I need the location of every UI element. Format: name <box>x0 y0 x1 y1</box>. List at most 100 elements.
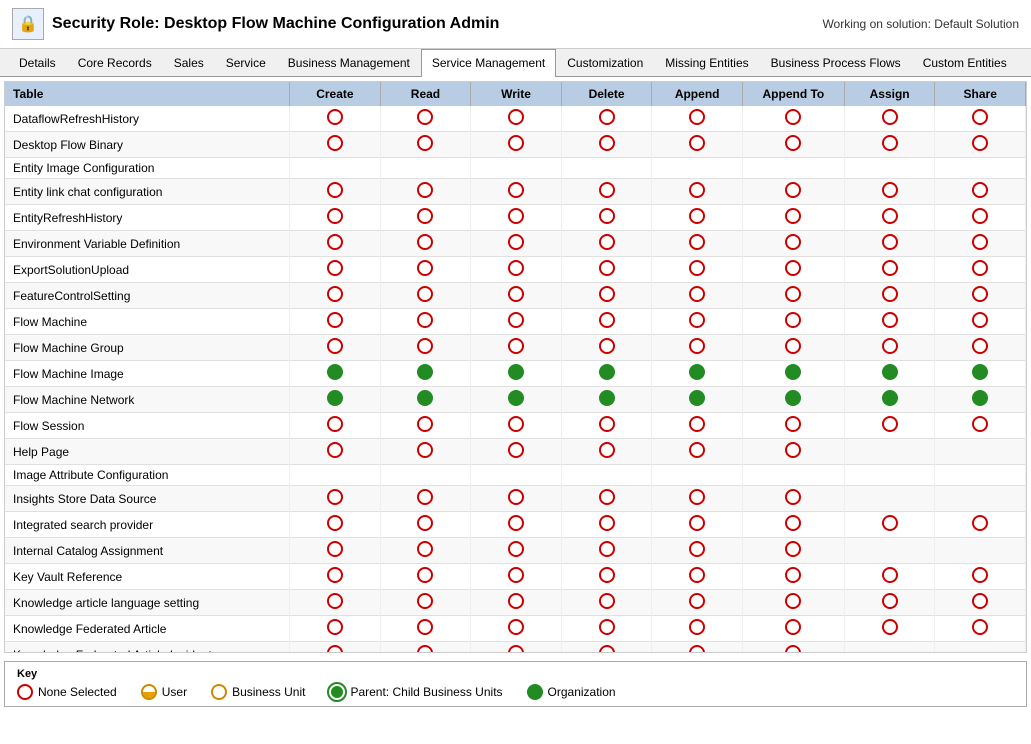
perm-cell[interactable] <box>561 512 652 538</box>
perm-cell[interactable] <box>742 439 844 465</box>
perm-org-icon[interactable] <box>599 390 615 406</box>
perm-cell[interactable] <box>844 387 935 413</box>
perm-org-icon[interactable] <box>508 364 524 380</box>
perm-none-icon[interactable] <box>599 182 615 198</box>
perm-cell[interactable] <box>652 538 743 564</box>
perm-cell[interactable] <box>742 590 844 616</box>
perm-cell[interactable] <box>935 283 1026 309</box>
perm-cell[interactable] <box>380 231 471 257</box>
perm-cell[interactable] <box>561 413 652 439</box>
perm-cell[interactable] <box>742 309 844 335</box>
tab-service[interactable]: Service <box>215 49 277 76</box>
perm-cell[interactable] <box>380 590 471 616</box>
perm-cell[interactable] <box>471 616 562 642</box>
perm-none-icon[interactable] <box>882 135 898 151</box>
perm-none-icon[interactable] <box>972 135 988 151</box>
perm-none-icon[interactable] <box>785 208 801 224</box>
perm-cell[interactable] <box>935 309 1026 335</box>
perm-cell[interactable] <box>471 257 562 283</box>
perm-cell[interactable] <box>380 335 471 361</box>
perm-none-icon[interactable] <box>417 489 433 505</box>
perm-none-icon[interactable] <box>417 338 433 354</box>
perm-none-icon[interactable] <box>785 619 801 635</box>
perm-cell[interactable] <box>290 512 381 538</box>
perm-bu-icon[interactable] <box>211 684 227 700</box>
perm-none-icon[interactable] <box>689 515 705 531</box>
perm-cell[interactable] <box>380 387 471 413</box>
perm-cell[interactable] <box>935 179 1026 205</box>
perm-none-icon[interactable] <box>689 286 705 302</box>
perm-none-icon[interactable] <box>972 109 988 125</box>
perm-none-icon[interactable] <box>327 286 343 302</box>
perm-none-icon[interactable] <box>882 416 898 432</box>
perm-none-icon[interactable] <box>599 515 615 531</box>
perm-none-icon[interactable] <box>417 567 433 583</box>
perm-cell[interactable] <box>290 231 381 257</box>
perm-cell[interactable] <box>742 205 844 231</box>
perm-cell[interactable] <box>561 486 652 512</box>
perm-cell[interactable] <box>290 642 381 654</box>
perm-cell[interactable] <box>844 309 935 335</box>
perm-none-icon[interactable] <box>508 593 524 609</box>
perm-none-icon[interactable] <box>599 208 615 224</box>
perm-cell[interactable] <box>471 106 562 132</box>
perm-none-icon[interactable] <box>417 135 433 151</box>
perm-cell[interactable] <box>561 132 652 158</box>
perm-cell[interactable] <box>380 132 471 158</box>
perm-none-icon[interactable] <box>972 208 988 224</box>
perm-none-icon[interactable] <box>689 338 705 354</box>
perm-none-icon[interactable] <box>689 109 705 125</box>
perm-cell[interactable] <box>380 257 471 283</box>
tab-details[interactable]: Details <box>8 49 67 76</box>
perm-cell[interactable] <box>742 512 844 538</box>
perm-cell[interactable] <box>935 106 1026 132</box>
perm-cell[interactable] <box>742 538 844 564</box>
perm-none-icon[interactable] <box>417 593 433 609</box>
perm-cell[interactable] <box>844 361 935 387</box>
perm-none-icon[interactable] <box>327 182 343 198</box>
perm-org-icon[interactable] <box>527 684 543 700</box>
perm-cell[interactable] <box>380 413 471 439</box>
perm-cell[interactable] <box>561 361 652 387</box>
perm-org-icon[interactable] <box>417 390 433 406</box>
perm-cell[interactable] <box>742 486 844 512</box>
perm-cell[interactable] <box>290 106 381 132</box>
perm-cell[interactable] <box>844 205 935 231</box>
perm-none-icon[interactable] <box>508 182 524 198</box>
tab-core-records[interactable]: Core Records <box>67 49 163 76</box>
perm-none-icon[interactable] <box>599 489 615 505</box>
perm-cell[interactable] <box>290 413 381 439</box>
perm-cell[interactable] <box>380 283 471 309</box>
perm-none-icon[interactable] <box>689 645 705 653</box>
perm-cell[interactable] <box>561 387 652 413</box>
perm-cell[interactable] <box>471 413 562 439</box>
perm-none-icon[interactable] <box>327 645 343 653</box>
perm-none-icon[interactable] <box>508 442 524 458</box>
perm-none-icon[interactable] <box>785 338 801 354</box>
perm-cell[interactable] <box>290 257 381 283</box>
perm-cell[interactable] <box>652 309 743 335</box>
tab-business-process-flows[interactable]: Business Process Flows <box>760 49 912 76</box>
perm-none-icon[interactable] <box>972 338 988 354</box>
perm-cell[interactable] <box>652 132 743 158</box>
perm-none-icon[interactable] <box>417 286 433 302</box>
perm-none-icon[interactable] <box>972 286 988 302</box>
perm-none-icon[interactable] <box>599 416 615 432</box>
perm-none-icon[interactable] <box>972 619 988 635</box>
perm-none-icon[interactable] <box>327 442 343 458</box>
perm-cell[interactable] <box>935 387 1026 413</box>
perm-none-icon[interactable] <box>417 645 433 653</box>
perm-cell[interactable] <box>290 335 381 361</box>
perm-none-icon[interactable] <box>689 593 705 609</box>
perm-cell[interactable] <box>844 413 935 439</box>
perm-user-icon[interactable] <box>141 684 157 700</box>
perm-cell[interactable] <box>935 205 1026 231</box>
perm-cell[interactable] <box>742 361 844 387</box>
perm-cell[interactable] <box>471 179 562 205</box>
perm-none-icon[interactable] <box>689 208 705 224</box>
perm-none-icon[interactable] <box>327 338 343 354</box>
perm-none-icon[interactable] <box>599 260 615 276</box>
tab-business-management[interactable]: Business Management <box>277 49 421 76</box>
perm-cell[interactable] <box>561 309 652 335</box>
perm-cell[interactable] <box>935 512 1026 538</box>
